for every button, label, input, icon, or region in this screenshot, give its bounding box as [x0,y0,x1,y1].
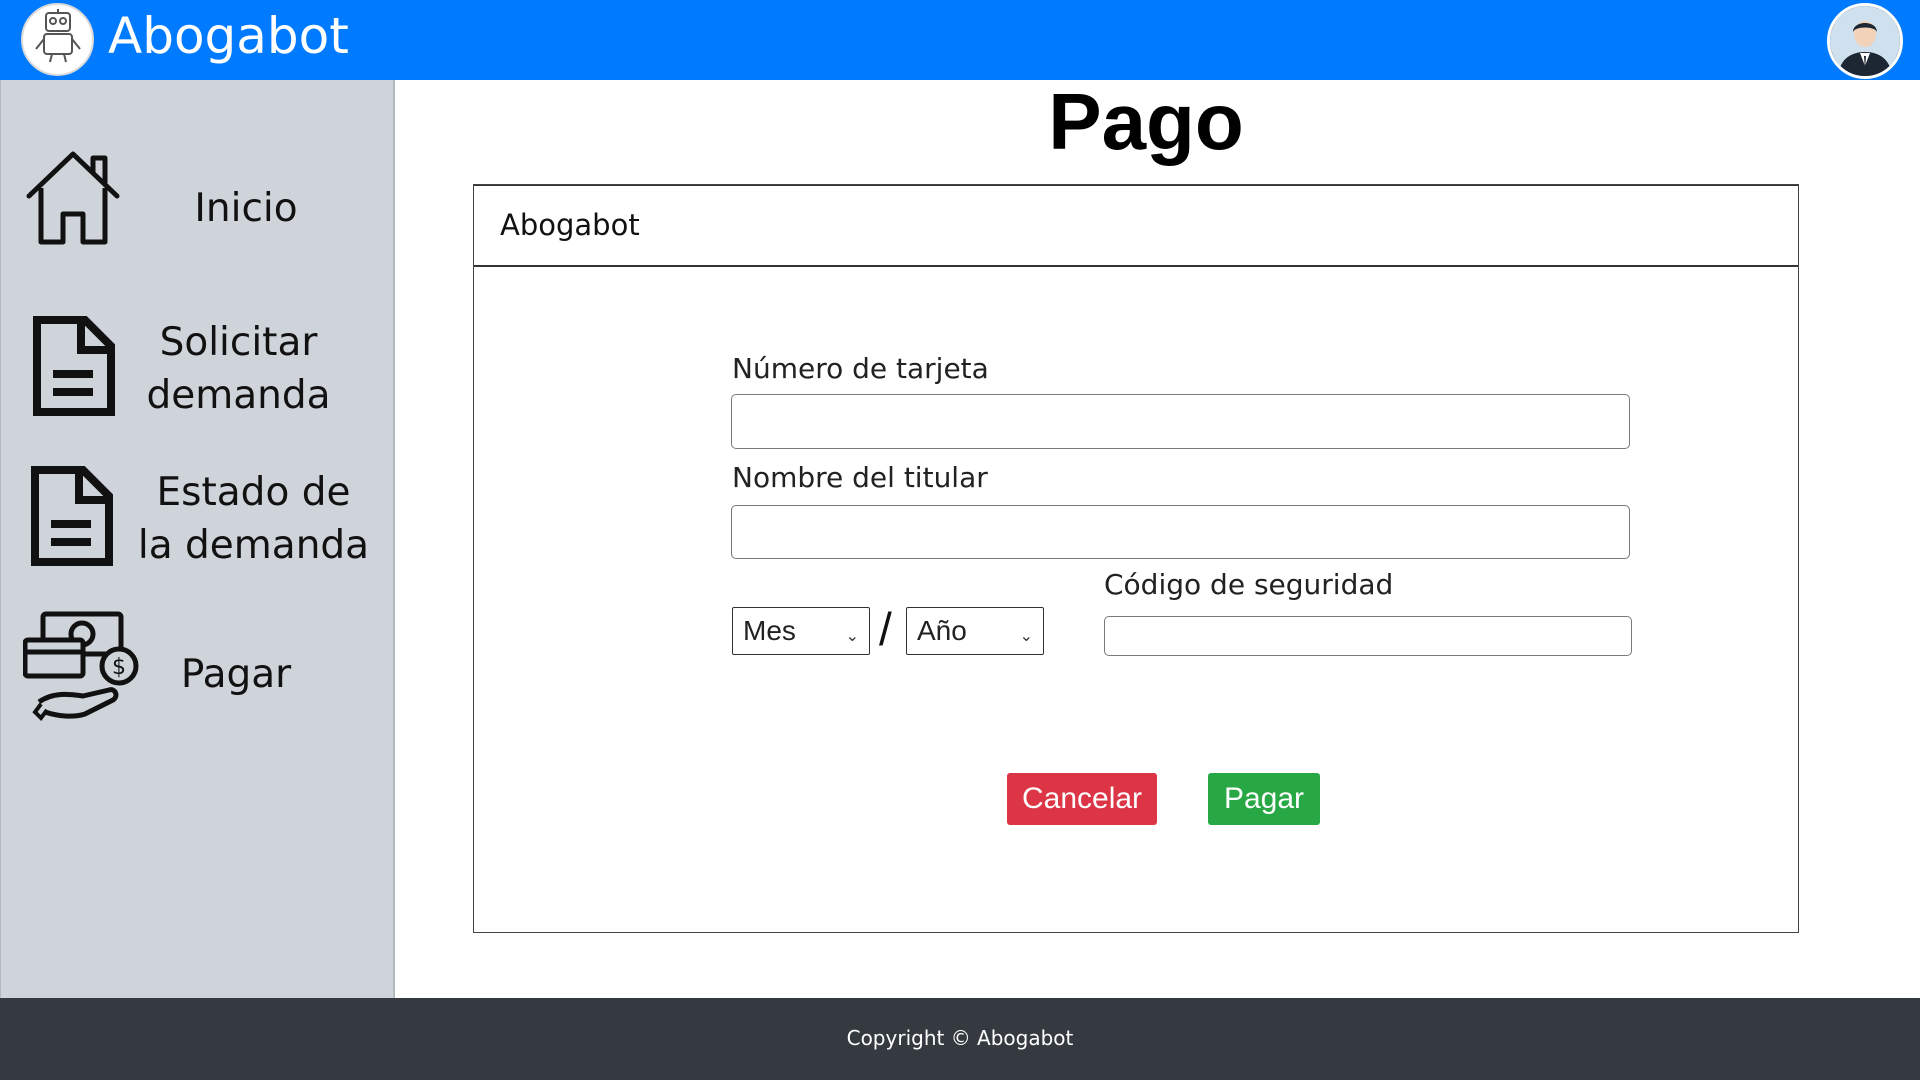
sidebar-item-estado-demanda[interactable]: Estado de la demanda [1,454,394,584]
month-select[interactable]: Mes ⌄ [732,607,870,655]
security-code-label: Código de seguridad [1104,568,1394,601]
sidebar-item-label: Estado de la demanda [137,470,370,568]
date-separator: / [879,603,892,655]
app-logo[interactable] [21,3,94,76]
footer: Copyright © Abogabot [0,998,1920,1080]
document-icon [33,316,115,416]
year-select-value: Año [917,615,967,646]
chevron-down-icon: ⌄ [1019,626,1033,645]
sidebar-item-pagar[interactable]: $ Pagar [1,606,394,726]
page-title: Pago [1048,77,1244,166]
svg-text:$: $ [112,655,126,680]
top-navbar: Abogabot [0,0,1920,80]
app-name[interactable]: Abogabot [108,4,349,68]
payment-icon: $ [23,611,139,722]
holder-name-input[interactable] [731,505,1630,559]
holder-name-label: Nombre del titular [732,461,988,494]
sidebar-item-label: Inicio [194,186,298,231]
copyright-text: Copyright © Abogabot [846,1026,1074,1050]
security-code-input[interactable] [1104,616,1632,656]
user-avatar[interactable] [1827,3,1903,79]
sidebar-item-inicio[interactable]: Inicio [1,144,394,264]
sidebar-item-solicitar-demanda[interactable]: Solicitar demanda [1,304,394,434]
chevron-down-icon: ⌄ [845,626,859,645]
house-icon [26,151,120,245]
card-header: Abogabot [474,185,1798,267]
month-select-value: Mes [743,615,796,646]
card-number-label: Número de tarjeta [732,352,989,385]
user-avatar-icon [1830,6,1900,76]
cancel-button[interactable]: Cancelar [1007,773,1157,825]
pay-button[interactable]: Pagar [1208,773,1320,825]
sidebar-item-label: Pagar [180,652,292,697]
card-title: Abogabot [500,208,640,242]
card-number-input[interactable] [731,394,1630,449]
sidebar: Inicio Solicitar demanda Estado de la de… [0,80,395,998]
sidebar-item-label: Solicitar demanda [146,320,331,418]
document-icon [31,466,113,566]
year-select[interactable]: Año ⌄ [906,607,1044,655]
robot-icon [34,8,81,62]
